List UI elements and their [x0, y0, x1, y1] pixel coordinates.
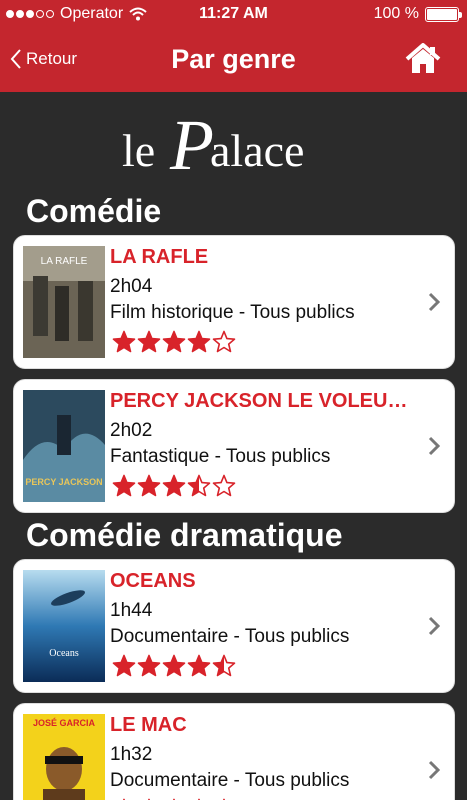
movie-card[interactable]: LA RAFLE LA RAFLE 2h04 Film historique -…: [13, 235, 455, 369]
svg-text:Oceans: Oceans: [49, 648, 79, 659]
movie-genre: Film historique - Tous publics: [110, 302, 355, 323]
star-half-icon: [187, 474, 211, 497]
movie-poster: Oceans: [23, 570, 105, 682]
home-button[interactable]: [405, 43, 441, 80]
section-title-comedie: Comédie: [26, 193, 162, 229]
movie-duration: 2h02: [110, 420, 153, 441]
star-full-icon: [162, 474, 186, 497]
home-icon: [405, 43, 441, 73]
star-full-icon: [137, 474, 161, 497]
movie-card[interactable]: JOSÉ GARCIA LE MAC 1h32 Documentaire - T…: [13, 703, 455, 800]
chevron-right-icon: [428, 760, 440, 780]
svg-text:PERCY JACKSON: PERCY JACKSON: [25, 477, 102, 487]
battery-icon: [425, 6, 462, 22]
movie-title: OCEANS: [110, 570, 196, 592]
star-full-icon: [162, 654, 186, 677]
page-title: Par genre: [171, 44, 296, 74]
svg-text:JOSÉ GARCIA: JOSÉ GARCIA: [33, 718, 96, 728]
star-full-icon: [162, 330, 186, 353]
movie-genre: Fantastique - Tous publics: [110, 446, 331, 467]
movie-genre: Documentaire - Tous publics: [110, 770, 350, 791]
svg-text:LA RAFLE: LA RAFLE: [41, 256, 88, 267]
movie-poster: LA RAFLE: [23, 246, 105, 358]
battery-label: 100 %: [373, 5, 419, 22]
movie-poster: PERCY JACKSON: [23, 390, 105, 502]
nav-bar: Retour Par genre: [0, 30, 467, 92]
movie-card[interactable]: Oceans OCEANS 1h44 Documentaire - Tous p…: [13, 559, 455, 693]
le-palace-logo: le P alace: [122, 105, 305, 185]
star-half-icon: [212, 654, 236, 677]
star-rating: [112, 330, 236, 354]
star-full-icon: [112, 654, 136, 677]
movie-genre: Documentaire - Tous publics: [110, 626, 350, 647]
chevron-right-icon: [428, 616, 440, 636]
star-full-icon: [187, 654, 211, 677]
movie-poster: JOSÉ GARCIA: [23, 714, 105, 800]
section-title-comedie-dramatique: Comédie dramatique: [26, 517, 343, 553]
star-full-icon: [112, 474, 136, 497]
chevron-right-icon: [428, 436, 440, 456]
movie-card[interactable]: PERCY JACKSON PERCY JACKSON LE VOLEUR D.…: [13, 379, 455, 513]
movie-title: PERCY JACKSON LE VOLEUR D...: [110, 390, 420, 412]
star-rating: [112, 654, 236, 678]
star-full-icon: [187, 330, 211, 353]
movie-duration: 1h44: [110, 600, 153, 621]
status-right: 100 %: [373, 5, 462, 23]
movie-duration: 1h32: [110, 744, 153, 765]
star-rating: [112, 474, 236, 498]
star-full-icon: [137, 654, 161, 677]
star-empty-icon: [212, 330, 236, 353]
chevron-right-icon: [428, 292, 440, 312]
movie-title: LA RAFLE: [110, 246, 209, 268]
star-full-icon: [137, 330, 161, 353]
star-full-icon: [112, 330, 136, 353]
star-empty-icon: [212, 474, 236, 497]
movie-title: LE MAC: [110, 714, 187, 736]
movie-duration: 2h04: [110, 276, 153, 297]
status-bar: Operator 11:27 AM 100 %: [0, 0, 467, 30]
